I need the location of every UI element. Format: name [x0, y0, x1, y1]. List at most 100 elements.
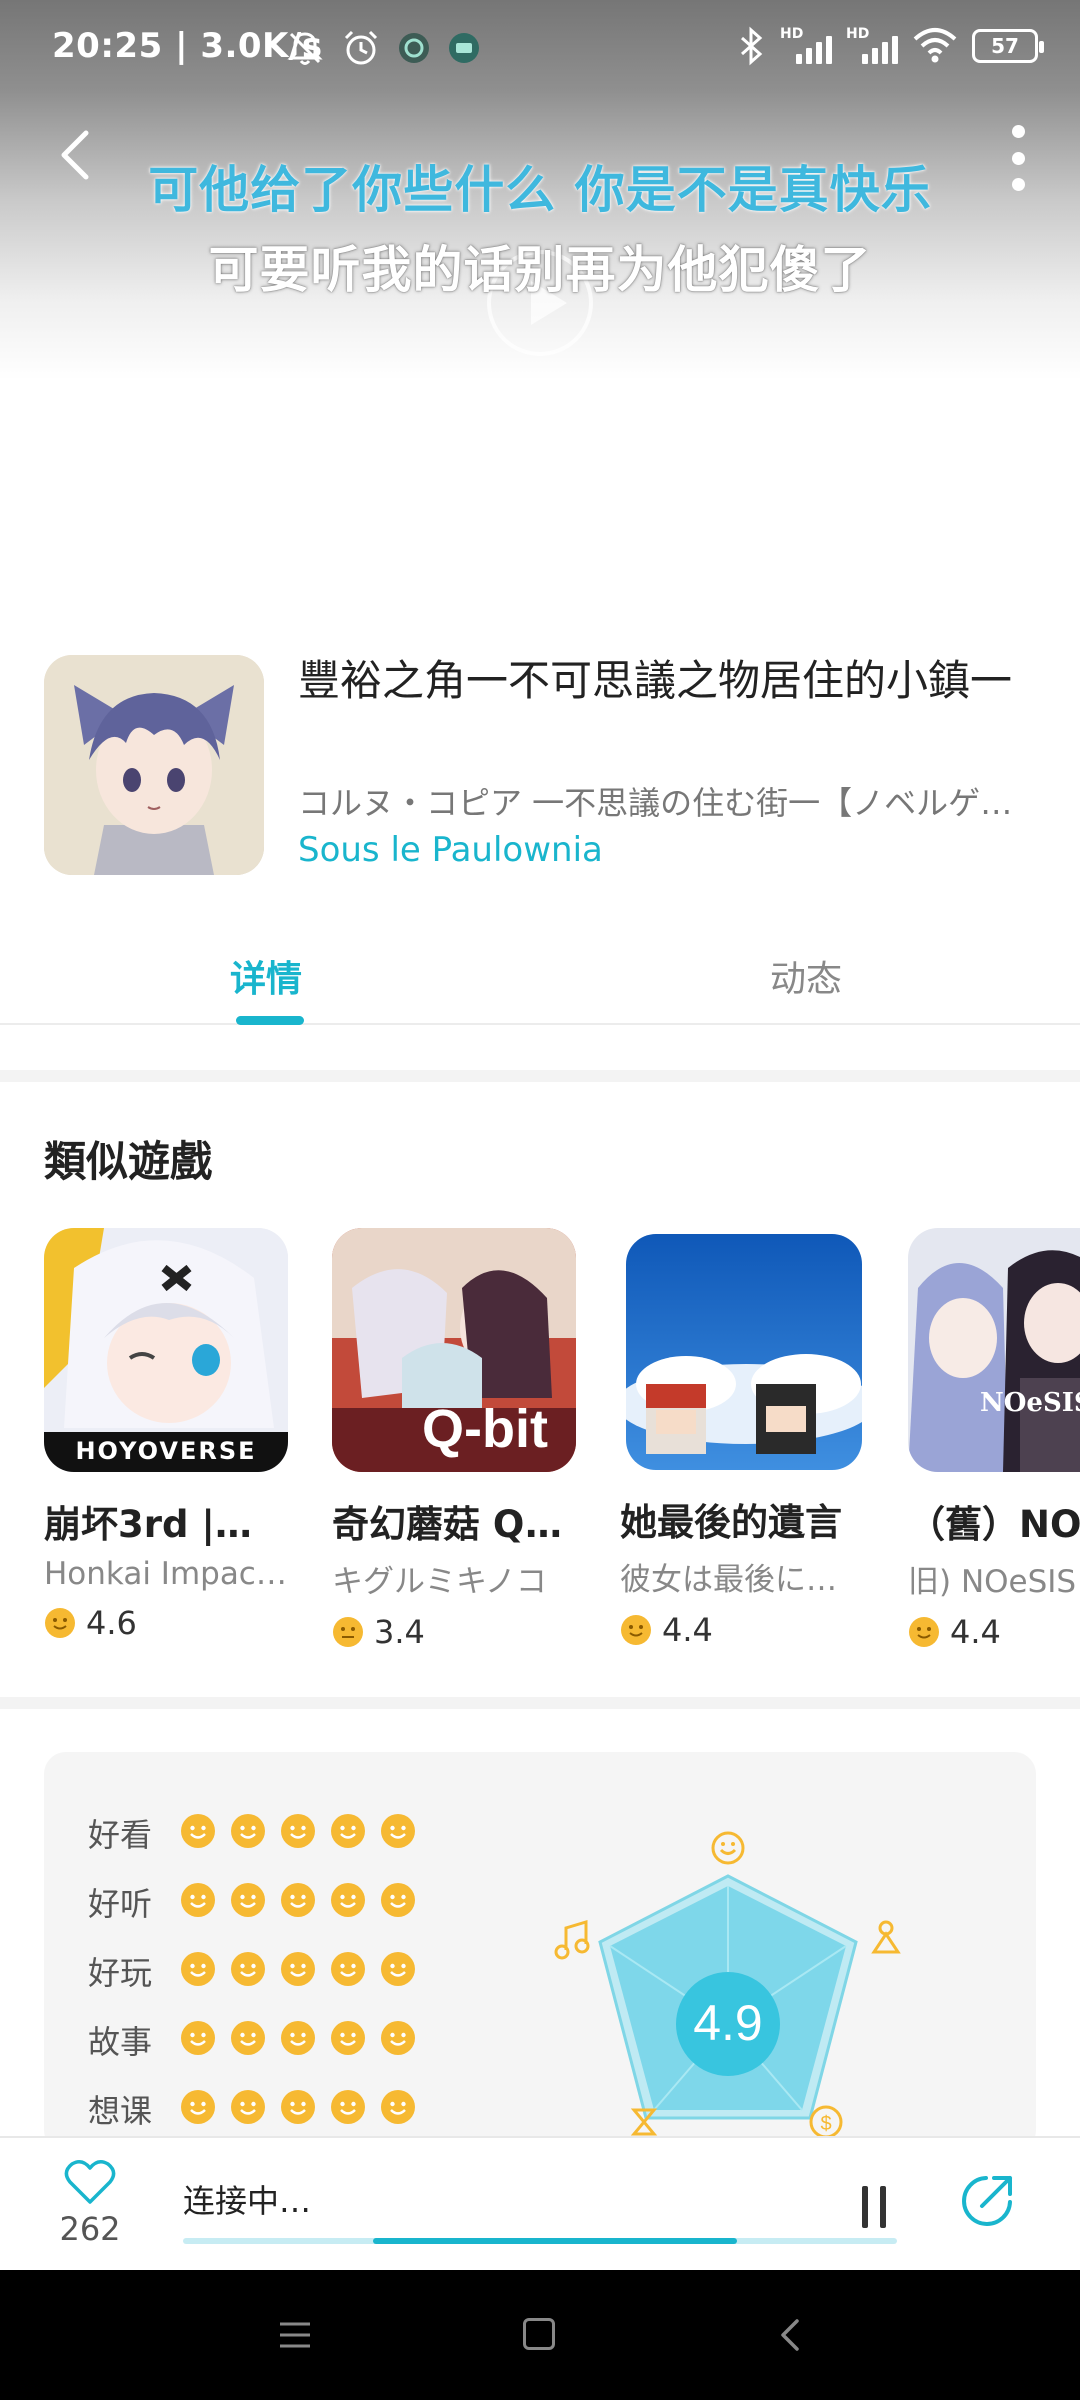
- rating-faces: [180, 2089, 416, 2129]
- similar-game-subtitle: 彼女は最後にあの日: [620, 1562, 864, 1598]
- rating-face-icon: [180, 2089, 216, 2129]
- rating-face-icon: [180, 1882, 216, 1922]
- status-bar: 20:25 | 3.0K/s HD HD 57: [0, 0, 1080, 100]
- similar-game-name: 她最後的遺言: [620, 1501, 842, 1544]
- rating-face-icon: [230, 1813, 266, 1853]
- money-axis-icon: $: [809, 2105, 843, 2139]
- rating-face-icon: [330, 1813, 366, 1853]
- rating-face-icon: [180, 2020, 216, 2060]
- rating-row: 想课: [88, 2086, 416, 2132]
- similar-game-name: 崩坏3rd |…: [44, 1503, 252, 1546]
- similar-game-card[interactable]: NOeSIS （舊）NOeSIS 旧) NOeSIS 4.4: [908, 1228, 1080, 1651]
- rating-value: 4.4: [662, 1611, 713, 1649]
- game-badge: NOeSIS: [980, 1388, 1080, 1418]
- rating-face-icon: [230, 2020, 266, 2060]
- play-axis-icon: [871, 1920, 901, 1954]
- app-notification-icon: [399, 33, 429, 63]
- rating-faces: [180, 1951, 416, 1991]
- overall-score: 4.9: [693, 1995, 763, 2051]
- status-time: 20:25 | 3.0K/s: [52, 26, 323, 66]
- rating-face-icon: [45, 1608, 75, 1638]
- rating-label: 好玩: [88, 1954, 153, 1992]
- rating-value: 4.4: [950, 1613, 1001, 1651]
- rating-faces: [180, 1813, 416, 1853]
- rating-face-icon: [330, 1951, 366, 1991]
- rating-label: 故事: [88, 2023, 153, 2061]
- playback-progress-fill: [372, 2238, 738, 2244]
- rating-value: 4.6: [86, 1604, 137, 1642]
- tab-indicator: [236, 1016, 304, 1025]
- game-badge: HOYOVERSE: [75, 1437, 257, 1465]
- game-badge: Q-bit: [422, 1399, 548, 1459]
- rating-face-icon: [280, 2089, 316, 2129]
- share-icon[interactable]: [958, 2172, 1016, 2230]
- similar-game-card[interactable]: Q-bit 奇幻蘑菇 Q-bit キグルミキノコ 3.4: [332, 1228, 592, 1651]
- player-status-text: 连接中…: [183, 2182, 312, 2220]
- similar-game-icon: [626, 1234, 862, 1470]
- smile-axis-icon: [711, 1831, 745, 1865]
- game-avatar-illustration: [44, 655, 264, 875]
- rating-label: 想课: [88, 2092, 153, 2130]
- similar-game-subtitle: キグルミキノコ: [332, 1564, 547, 1600]
- lyric-line-next: 可要听我的话别再为他犯傻了: [208, 241, 872, 299]
- similar-game-card[interactable]: 她最後的遺言 彼女は最後にあの日 4.4: [620, 1228, 880, 1649]
- heart-icon[interactable]: [64, 2158, 116, 2206]
- system-back-button[interactable]: [775, 2318, 805, 2352]
- rating-value: 3.4: [374, 1613, 425, 1651]
- similar-game-icon: NOeSIS: [908, 1228, 1080, 1472]
- similar-game-rating: 4.6: [44, 1604, 304, 1642]
- rating-face-icon: [333, 1617, 363, 1647]
- status-icons-left: [285, 28, 481, 68]
- music-axis-icon: [554, 1919, 590, 1960]
- home-button[interactable]: [523, 2318, 555, 2350]
- pause-button[interactable]: [860, 2186, 890, 2228]
- tab-activity[interactable]: 动态: [770, 950, 842, 1002]
- rating-faces: [180, 2020, 416, 2060]
- tab-details[interactable]: 详情: [230, 950, 302, 1002]
- rating-face-icon: [380, 1813, 416, 1853]
- rating-row: 好玩: [88, 1948, 416, 1994]
- rating-face-icon: [230, 1882, 266, 1922]
- section-divider: [0, 1697, 1080, 1709]
- rating-face-icon: [280, 1813, 316, 1853]
- rating-row: 好看: [88, 1810, 416, 1856]
- rating-row: 好听: [88, 1879, 416, 1925]
- developer-link[interactable]: Sous le Paulownia: [298, 830, 603, 870]
- similar-game-name: 奇幻蘑菇 Q-bit: [332, 1503, 576, 1546]
- section-divider: [0, 1070, 1080, 1082]
- similar-game-rating: 4.4: [908, 1613, 1080, 1651]
- similar-game-card[interactable]: HOYOVERSE 崩坏3rd |… Honkai Impact 3rd 4.6: [44, 1228, 304, 1642]
- rating-face-icon: [330, 2089, 366, 2129]
- game-title: 豐裕之角一不可思議之物居住的小鎮一: [298, 656, 1013, 705]
- rating-face-icon: [230, 1951, 266, 1991]
- mute-icon: [287, 32, 323, 65]
- rating-face-icon: [280, 1882, 316, 1922]
- game-subtitle: コルヌ・コピア 一不思議の住む街一【ノベルゲーム】: [298, 784, 1038, 822]
- rating-label: 好看: [88, 1816, 153, 1854]
- system-navigation-bar: [0, 2270, 1080, 2400]
- similar-game-subtitle: 旧) NOeSIS: [908, 1564, 1077, 1600]
- similar-game-rating: 3.4: [332, 1613, 592, 1651]
- rating-face-icon: [621, 1615, 651, 1645]
- app-notification-icon-2: [449, 33, 479, 63]
- signal-2-icon: HD: [846, 26, 898, 64]
- rating-radar-chart: 4.9 $: [554, 1831, 901, 2139]
- rating-face-icon: [380, 1951, 416, 1991]
- similar-game-subtitle: Honkai Impact 3rd: [44, 1556, 288, 1592]
- rating-face-icon: [280, 2020, 316, 2060]
- rating-face-icon: [909, 1617, 939, 1647]
- rating-face-icon: [280, 1951, 316, 1991]
- game-icon[interactable]: [44, 655, 264, 875]
- recent-apps-button[interactable]: [278, 2320, 312, 2350]
- rating-card: 好看 好听 好玩 故事 想课 4.9 $: [44, 1752, 1036, 2152]
- similar-game-icon: Q-bit: [332, 1228, 576, 1472]
- svg-text:$: $: [820, 2113, 831, 2135]
- rating-face-icon: [180, 1813, 216, 1853]
- similar-games-title: 類似遊戲: [44, 1137, 213, 1186]
- signal-1-icon: HD: [780, 26, 832, 64]
- bluetooth-icon: [741, 26, 763, 66]
- rating-face-icon: [330, 1882, 366, 1922]
- rating-row: 故事: [88, 2017, 416, 2063]
- rating-face-icon: [380, 1882, 416, 1922]
- playback-progress-bar[interactable]: [183, 2238, 897, 2244]
